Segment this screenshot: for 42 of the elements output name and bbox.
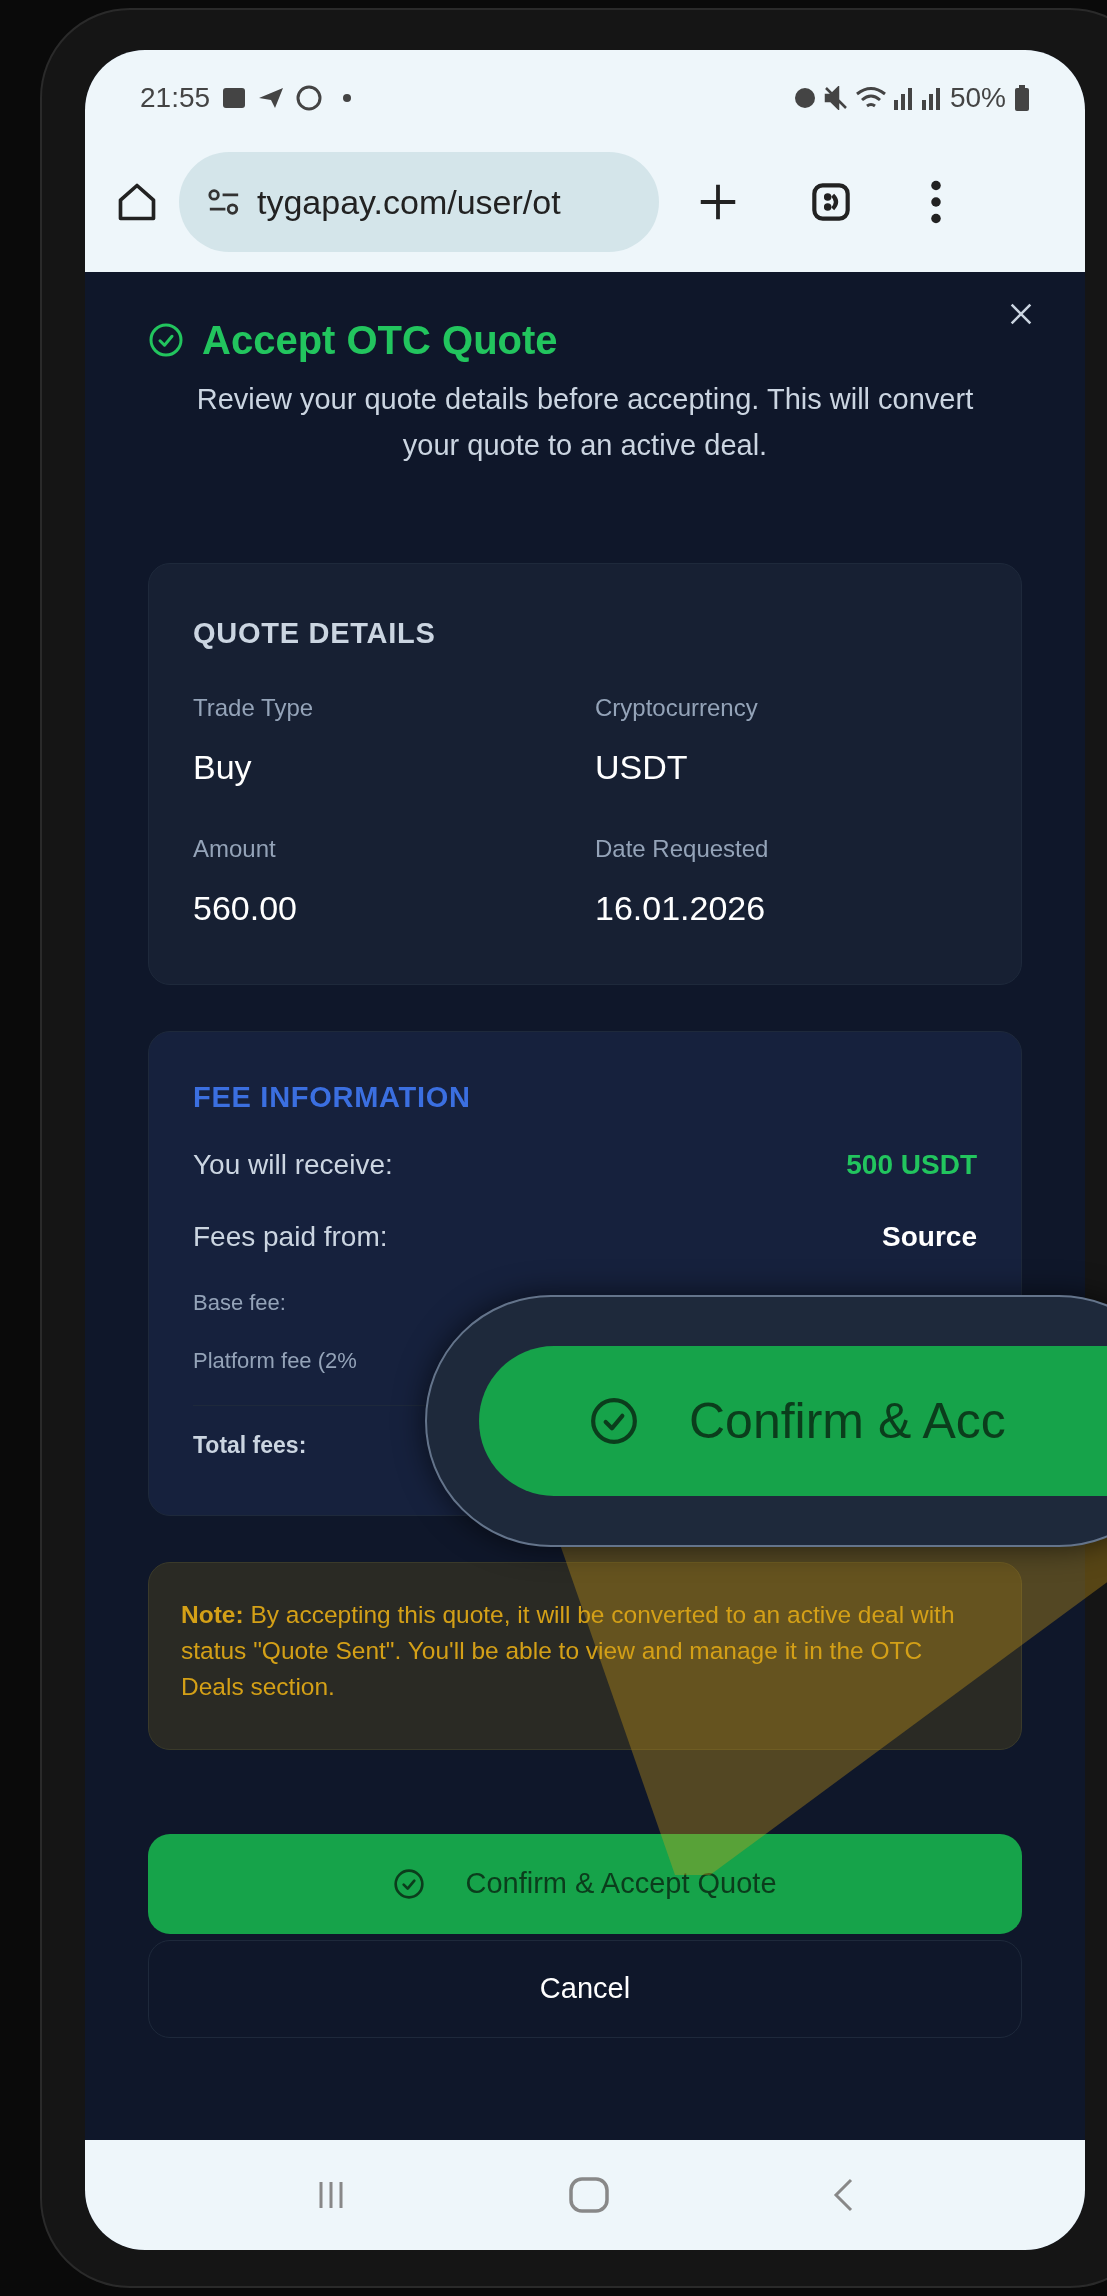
signal-icon	[921, 86, 942, 110]
fee-label: Total fees:	[193, 1431, 307, 1460]
field-value: USDT	[595, 746, 689, 788]
url-text: tygapay.com/user/ot	[257, 181, 561, 223]
section-heading: FEE INFORMATION	[193, 1079, 472, 1115]
section-heading: QUOTE DETAILS	[193, 616, 437, 651]
fee-label: Fees paid from:	[193, 1220, 388, 1254]
field-label: Cryptocurrency	[595, 692, 759, 723]
fee-value: 500 USDT	[846, 1148, 977, 1182]
fee-value: Source	[882, 1220, 977, 1254]
field-value: 560.00	[193, 887, 298, 929]
battery-level: 50%	[949, 81, 1006, 115]
field-label: Trade Type	[193, 692, 315, 723]
menu-icon[interactable]	[929, 180, 943, 224]
fee-label: Platform fee (2%	[193, 1346, 357, 1375]
magnified-button-label: Confirm & Acc	[689, 1391, 1006, 1451]
field-value: Buy	[193, 746, 253, 788]
signal-icon	[893, 86, 914, 110]
mute-icon	[823, 86, 848, 110]
note-text: Note: By accepting this quote, it will be converted to an active deal with status "Quote Sent". You'll be able to view and manage it in the OTC Deals section.	[181, 1599, 956, 1702]
site-settings-icon[interactable]	[207, 187, 241, 217]
confirm-accept-button[interactable]: Confirm & Accept Quote	[148, 1833, 1022, 1934]
battery-icon	[1014, 85, 1030, 111]
field-label: Amount	[193, 833, 277, 864]
check-circle-icon	[393, 1867, 426, 1900]
field-label: Date Requested	[595, 833, 770, 864]
fee-label: Base fee:	[193, 1288, 286, 1317]
tab-switcher-icon[interactable]	[811, 182, 851, 222]
cancel-button[interactable]: Cancel	[148, 1939, 1022, 2038]
home-button-icon[interactable]	[568, 2176, 610, 2214]
dialog-title: Accept OTC Quote	[202, 317, 558, 364]
status-time: 21:55	[140, 81, 211, 115]
back-icon[interactable]	[832, 2177, 854, 2213]
fee-label: You will receive:	[193, 1148, 393, 1182]
send-icon	[258, 87, 285, 109]
address-bar[interactable]: tygapay.com/user/ot	[179, 152, 659, 252]
dot-icon	[342, 93, 353, 103]
wifi-icon	[855, 86, 886, 110]
field-value: 16.01.2026	[595, 887, 767, 929]
dialog-subtitle: Review your quote details before accepting. This will convert your quote to an active deal.	[195, 382, 975, 463]
check-circle-icon	[589, 1396, 639, 1446]
check-circle-icon	[148, 322, 184, 358]
